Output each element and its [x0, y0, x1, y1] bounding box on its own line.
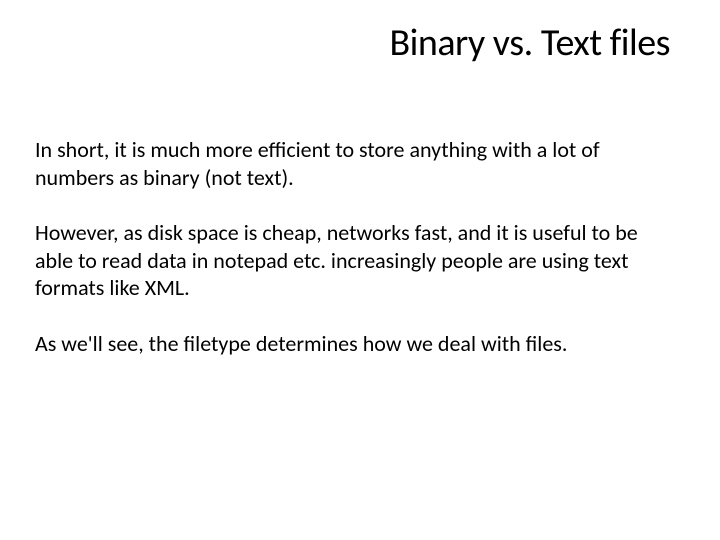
slide-container: Binary vs. Text files In short, it is mu…	[0, 0, 720, 540]
slide-title: Binary vs. Text files	[30, 20, 690, 66]
paragraph-1: In short, it is much more efficient to s…	[35, 136, 660, 191]
slide-body: In short, it is much more efficient to s…	[30, 136, 690, 357]
paragraph-2: However, as disk space is cheap, network…	[35, 219, 660, 302]
paragraph-3: As we'll see, the filetype determines ho…	[35, 330, 660, 358]
